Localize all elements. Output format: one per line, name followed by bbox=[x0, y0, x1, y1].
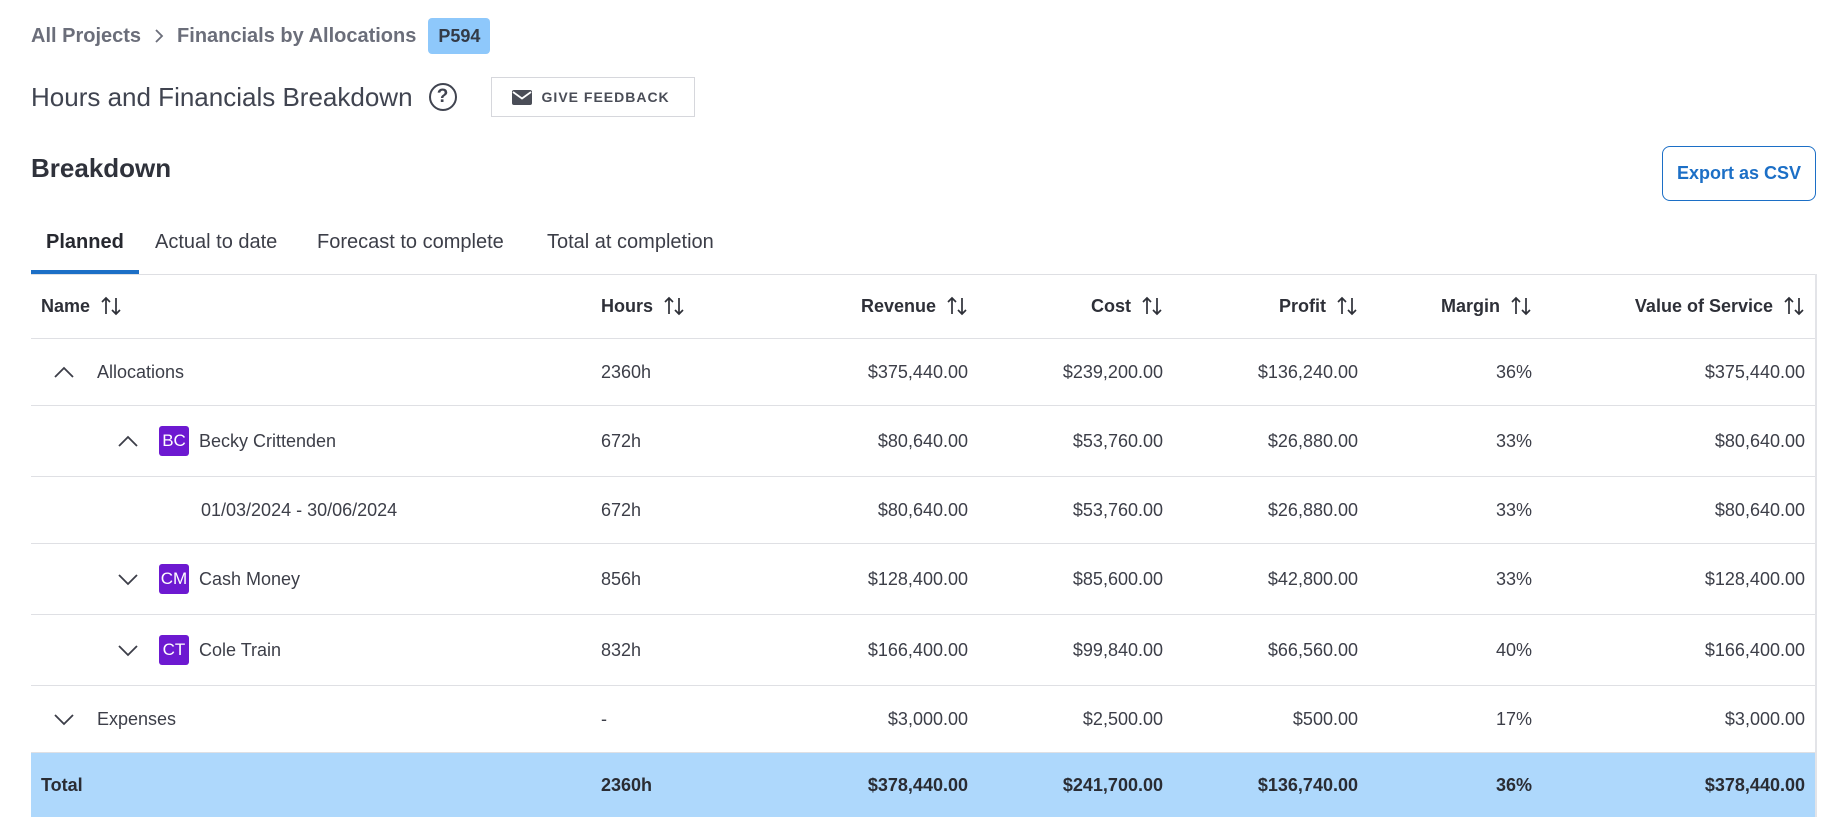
cell-cost: $53,760.00 bbox=[978, 406, 1173, 477]
sort-arrows-icon[interactable] bbox=[100, 296, 122, 316]
row-name: Becky Crittenden bbox=[199, 431, 336, 452]
breadcrumb-all-projects[interactable]: All Projects bbox=[31, 25, 141, 48]
cell-value-of-service: $3,000.00 bbox=[1542, 686, 1816, 753]
cell-revenue: $80,640.00 bbox=[799, 406, 978, 477]
column-header-name[interactable]: Name bbox=[31, 274, 591, 339]
tab-total-at-completion[interactable]: Total at completion bbox=[547, 222, 714, 274]
row-name: Cole Train bbox=[199, 640, 281, 661]
table-row-allocations: Allocations 2360h $375,440.00 $239,200.0… bbox=[31, 339, 1816, 406]
cell-revenue: $375,440.00 bbox=[799, 339, 978, 406]
cell-hours: 672h bbox=[591, 477, 799, 544]
cell-margin: 33% bbox=[1368, 544, 1542, 615]
cell-hours: 2360h bbox=[591, 753, 799, 817]
breadcrumb-financials[interactable]: Financials by Allocations bbox=[177, 25, 416, 48]
table-row-date-range: 01/03/2024 - 30/06/2024 672h $80,640.00 … bbox=[31, 477, 1816, 544]
cell-margin: 40% bbox=[1368, 615, 1542, 686]
chevron-down-icon[interactable] bbox=[117, 643, 139, 657]
cell-hours: 672h bbox=[591, 406, 799, 477]
cell-hours: 2360h bbox=[591, 339, 799, 406]
cell-value-of-service: $80,640.00 bbox=[1542, 477, 1816, 544]
cell-total-label: Total bbox=[31, 753, 591, 817]
cell-profit: $42,800.00 bbox=[1173, 544, 1368, 615]
cell-margin: 33% bbox=[1368, 477, 1542, 544]
cell-value-of-service: $166,400.00 bbox=[1542, 615, 1816, 686]
cell-cost: $85,600.00 bbox=[978, 544, 1173, 615]
cell-revenue: $80,640.00 bbox=[799, 477, 978, 544]
cell-revenue: $166,400.00 bbox=[799, 615, 978, 686]
table-row-total: Total 2360h $378,440.00 $241,700.00 $136… bbox=[31, 753, 1816, 817]
column-header-cost[interactable]: Cost bbox=[978, 274, 1173, 339]
breadcrumb: All Projects Financials by Allocations P… bbox=[31, 18, 490, 54]
cell-value-of-service: $378,440.00 bbox=[1542, 753, 1816, 817]
cell-hours: - bbox=[591, 686, 799, 753]
avatar: CM bbox=[159, 564, 189, 594]
cell-revenue: $128,400.00 bbox=[799, 544, 978, 615]
cell-profit: $136,740.00 bbox=[1173, 753, 1368, 817]
column-header-revenue[interactable]: Revenue bbox=[799, 274, 978, 339]
cell-hours: 832h bbox=[591, 615, 799, 686]
row-name: Expenses bbox=[97, 709, 176, 730]
cell-value-of-service: $80,640.00 bbox=[1542, 406, 1816, 477]
project-badge: P594 bbox=[428, 18, 490, 54]
cell-cost: $2,500.00 bbox=[978, 686, 1173, 753]
column-header-value-of-service[interactable]: Value of Service bbox=[1542, 274, 1816, 339]
sort-arrows-icon[interactable] bbox=[1783, 296, 1805, 316]
chevron-up-icon[interactable] bbox=[117, 434, 139, 448]
section-title: Breakdown bbox=[31, 153, 171, 184]
envelope-icon bbox=[512, 90, 532, 105]
tab-forecast-to-complete[interactable]: Forecast to complete bbox=[317, 222, 504, 274]
avatar: CT bbox=[159, 635, 189, 665]
cell-profit: $500.00 bbox=[1173, 686, 1368, 753]
cell-cost: $239,200.00 bbox=[978, 339, 1173, 406]
give-feedback-label: GIVE FEEDBACK bbox=[542, 89, 670, 105]
cell-cost: $53,760.00 bbox=[978, 477, 1173, 544]
sort-arrows-icon[interactable] bbox=[1510, 296, 1532, 316]
cell-margin: 36% bbox=[1368, 753, 1542, 817]
cell-margin: 17% bbox=[1368, 686, 1542, 753]
title-row: Hours and Financials Breakdown ? GIVE FE… bbox=[31, 77, 695, 117]
give-feedback-button[interactable]: GIVE FEEDBACK bbox=[491, 77, 695, 117]
avatar: BC bbox=[159, 426, 189, 456]
help-icon[interactable]: ? bbox=[429, 83, 457, 111]
cell-cost: $99,840.00 bbox=[978, 615, 1173, 686]
cell-cost: $241,700.00 bbox=[978, 753, 1173, 817]
column-header-hours[interactable]: Hours bbox=[591, 274, 799, 339]
row-name: 01/03/2024 - 30/06/2024 bbox=[201, 500, 397, 521]
row-name: Allocations bbox=[97, 362, 184, 383]
cell-value-of-service: $375,440.00 bbox=[1542, 339, 1816, 406]
table-row-cash-money: CM Cash Money 856h $128,400.00 $85,600.0… bbox=[31, 544, 1816, 615]
row-name: Cash Money bbox=[199, 569, 300, 590]
cell-profit: $136,240.00 bbox=[1173, 339, 1368, 406]
export-csv-button[interactable]: Export as CSV bbox=[1662, 146, 1816, 201]
cell-profit: $66,560.00 bbox=[1173, 615, 1368, 686]
tab-actual-to-date[interactable]: Actual to date bbox=[155, 222, 277, 274]
tab-planned[interactable]: Planned bbox=[46, 222, 124, 274]
table-row-becky-crittenden: BC Becky Crittenden 672h $80,640.00 $53,… bbox=[31, 406, 1816, 477]
chevron-right-icon bbox=[153, 28, 165, 44]
sort-arrows-icon[interactable] bbox=[1336, 296, 1358, 316]
sort-arrows-icon[interactable] bbox=[1141, 296, 1163, 316]
sort-arrows-icon[interactable] bbox=[663, 296, 685, 316]
page-title: Hours and Financials Breakdown bbox=[31, 82, 413, 113]
cell-profit: $26,880.00 bbox=[1173, 406, 1368, 477]
cell-revenue: $378,440.00 bbox=[799, 753, 978, 817]
chevron-down-icon[interactable] bbox=[53, 712, 75, 726]
chevron-up-icon[interactable] bbox=[53, 365, 75, 379]
column-header-profit[interactable]: Profit bbox=[1173, 274, 1368, 339]
cell-revenue: $3,000.00 bbox=[799, 686, 978, 753]
tab-bar: Planned Actual to date Forecast to compl… bbox=[31, 222, 1815, 275]
column-header-margin[interactable]: Margin bbox=[1368, 274, 1542, 339]
chevron-down-icon[interactable] bbox=[117, 572, 139, 586]
breakdown-table: Name Hours Revenue Cost Profit Margin Va… bbox=[31, 274, 1817, 817]
table-row-cole-train: CT Cole Train 832h $166,400.00 $99,840.0… bbox=[31, 615, 1816, 686]
table-header-row: Name Hours Revenue Cost Profit Margin Va… bbox=[31, 274, 1816, 339]
cell-value-of-service: $128,400.00 bbox=[1542, 544, 1816, 615]
cell-margin: 33% bbox=[1368, 406, 1542, 477]
sort-arrows-icon[interactable] bbox=[946, 296, 968, 316]
cell-profit: $26,880.00 bbox=[1173, 477, 1368, 544]
cell-margin: 36% bbox=[1368, 339, 1542, 406]
cell-hours: 856h bbox=[591, 544, 799, 615]
table-row-expenses: Expenses - $3,000.00 $2,500.00 $500.00 1… bbox=[31, 686, 1816, 753]
